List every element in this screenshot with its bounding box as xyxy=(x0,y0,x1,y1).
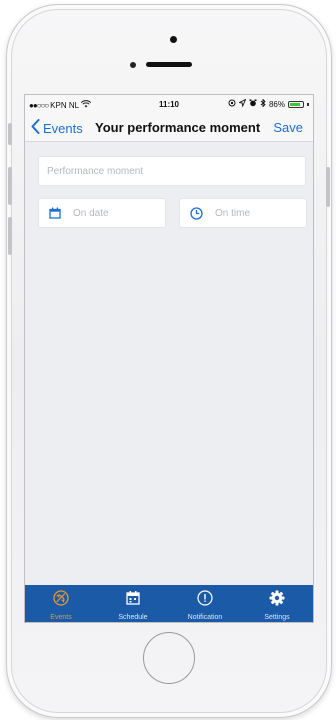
navigation-bar: Events Your performance moment Save xyxy=(25,115,313,142)
power-button xyxy=(326,167,330,207)
tab-bar: Events Schedule Notification Settings xyxy=(25,585,313,622)
page-title: Your performance moment xyxy=(95,120,261,135)
front-camera xyxy=(170,36,177,43)
back-button[interactable]: Events xyxy=(31,119,83,137)
status-bar: ●●○○○ KPN NL 11:10 86% xyxy=(25,95,313,115)
gear-icon xyxy=(269,590,285,611)
calendar-icon xyxy=(49,207,61,219)
earpiece-speaker xyxy=(146,62,192,67)
tab-notification-label: Notification xyxy=(187,614,223,621)
proximity-sensor xyxy=(130,62,136,68)
battery-percent: 86% xyxy=(268,99,285,109)
home-button[interactable] xyxy=(143,632,195,684)
calendar-icon xyxy=(125,590,141,611)
clock-icon xyxy=(190,206,203,220)
mute-switch xyxy=(8,123,12,145)
chevron-left-icon xyxy=(31,119,40,137)
plane-circle-icon xyxy=(53,590,69,611)
exclamation-circle-icon xyxy=(197,590,213,611)
volume-up-button xyxy=(8,167,12,205)
tab-events-label: Events xyxy=(50,614,72,621)
battery-tip xyxy=(307,102,309,106)
tab-schedule[interactable]: Schedule xyxy=(97,585,169,622)
tab-events[interactable]: Events xyxy=(25,585,97,622)
back-button-label: Events xyxy=(43,120,83,136)
tab-settings-label: Settings xyxy=(264,614,290,621)
time-placeholder: On time xyxy=(215,207,251,219)
tab-settings[interactable]: Settings xyxy=(241,585,313,622)
tab-notification[interactable]: Notification xyxy=(169,585,241,622)
volume-down-button xyxy=(8,217,12,255)
alarm-icon xyxy=(249,99,257,109)
battery-icon xyxy=(288,100,304,108)
bluetooth-icon xyxy=(260,98,266,109)
battery-level xyxy=(290,102,301,106)
tab-schedule-label: Schedule xyxy=(118,614,148,621)
save-button[interactable]: Save xyxy=(273,120,303,135)
performance-moment-field[interactable] xyxy=(39,157,305,185)
lock-rotation-icon xyxy=(228,99,236,109)
app-screen: ●●○○○ KPN NL 11:10 86% Events Your perfo… xyxy=(24,94,314,623)
date-picker-field[interactable]: On date xyxy=(39,199,165,227)
location-icon xyxy=(238,98,247,109)
date-placeholder: On date xyxy=(73,207,109,219)
status-right: 86% xyxy=(228,98,309,109)
time-picker-field[interactable]: On time xyxy=(180,199,306,227)
performance-moment-input[interactable] xyxy=(39,157,305,185)
